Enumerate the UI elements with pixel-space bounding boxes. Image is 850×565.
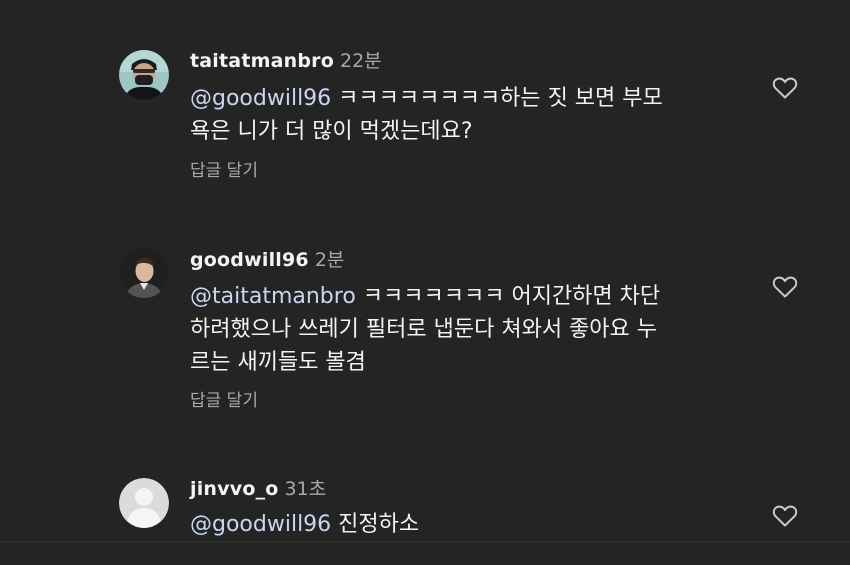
reply-button[interactable]: 답글 달기 bbox=[190, 390, 258, 412]
reply-button[interactable]: 답글 달기 bbox=[190, 160, 258, 182]
username[interactable]: goodwill96 bbox=[190, 249, 309, 271]
avatar[interactable] bbox=[119, 50, 169, 100]
heart-outline-icon[interactable] bbox=[772, 275, 798, 299]
heart-outline-icon[interactable] bbox=[772, 76, 798, 100]
comment-line: 하려했으나 쓰레기 필터로 냅둔다 쳐와서 좋아요 누 bbox=[190, 317, 658, 342]
timestamp: 2분 bbox=[314, 249, 345, 271]
avatar-photo-man bbox=[119, 248, 169, 298]
timestamp: 22분 bbox=[339, 50, 382, 72]
default-avatar-icon bbox=[119, 478, 169, 528]
comment-text: @taitatmanbro ㅋㅋㅋㅋㅋㅋㅋ 어지간하면 차단 하려했으나 쓰레기… bbox=[190, 280, 750, 379]
comment-text-segment: 진정하소 bbox=[331, 512, 420, 537]
comment-header: jinvvo_o 31초 bbox=[190, 477, 326, 501]
bottom-divider bbox=[0, 541, 850, 542]
heart-outline-icon[interactable] bbox=[772, 504, 798, 528]
comment-text-segment: ㅋㅋㅋㅋㅋㅋㅋㅋ하는 짓 보면 부모 bbox=[331, 86, 663, 111]
avatar[interactable] bbox=[119, 248, 169, 298]
comment-text: @goodwill96 진정하소 bbox=[190, 508, 750, 541]
avatar[interactable] bbox=[119, 478, 169, 528]
mention-link[interactable]: @goodwill96 bbox=[190, 86, 331, 111]
username[interactable]: jinvvo_o bbox=[190, 478, 279, 500]
comment-line: 르는 새끼들도 볼겸 bbox=[190, 350, 366, 375]
timestamp: 31초 bbox=[284, 478, 327, 500]
comment-line: 욕은 니가 더 많이 먹겠는데요? bbox=[190, 119, 473, 144]
username[interactable]: taitatmanbro bbox=[190, 50, 334, 72]
comment-line: @goodwill96 ㅋㅋㅋㅋㅋㅋㅋㅋ하는 짓 보면 부모 bbox=[190, 82, 750, 115]
comment-line: @taitatmanbro ㅋㅋㅋㅋㅋㅋㅋ 어지간하면 차단 bbox=[190, 280, 750, 313]
comment-header: goodwill96 2분 bbox=[190, 248, 344, 272]
comments-screen: taitatmanbro 22분 @goodwill96 ㅋㅋㅋㅋㅋㅋㅋㅋ하는 짓… bbox=[0, 0, 850, 565]
comment-text: @goodwill96 ㅋㅋㅋㅋㅋㅋㅋㅋ하는 짓 보면 부모 욕은 니가 더 많… bbox=[190, 82, 750, 148]
avatar-photo-masked-man bbox=[119, 50, 169, 100]
comment-text-segment: ㅋㅋㅋㅋㅋㅋㅋ 어지간하면 차단 bbox=[355, 284, 661, 309]
mention-link[interactable]: @taitatmanbro bbox=[190, 284, 356, 309]
comment-header: taitatmanbro 22분 bbox=[190, 49, 382, 73]
mention-link[interactable]: @goodwill96 bbox=[190, 512, 331, 537]
comment-line: @goodwill96 진정하소 bbox=[190, 508, 750, 541]
